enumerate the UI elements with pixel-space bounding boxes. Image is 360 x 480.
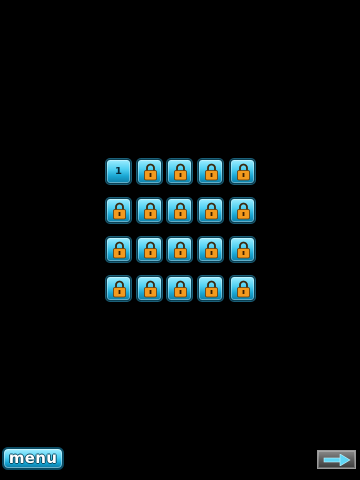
lock-icon (237, 241, 250, 259)
lock-icon (144, 163, 157, 181)
level-tile-locked[interactable] (230, 276, 255, 301)
lock-icon (237, 163, 250, 181)
lock-icon (174, 280, 187, 298)
lock-icon (205, 280, 218, 298)
lock-icon (113, 280, 126, 298)
level-tile-locked[interactable] (167, 276, 192, 301)
lock-icon (174, 163, 187, 181)
lock-icon (144, 241, 157, 259)
menu-button-label: menu (8, 449, 58, 467)
level-tile-locked[interactable] (106, 237, 131, 262)
arrow-right-icon (323, 454, 351, 466)
lock-icon (205, 202, 218, 220)
level-number: 1 (115, 166, 122, 177)
level-grid: 1 (106, 159, 255, 301)
level-tile-locked[interactable] (198, 237, 223, 262)
level-tile-locked[interactable] (198, 276, 223, 301)
menu-button[interactable]: menu (2, 447, 64, 470)
lock-icon (144, 280, 157, 298)
level-tile[interactable]: 1 (106, 159, 131, 184)
level-tile-locked[interactable] (230, 237, 255, 262)
lock-icon (113, 202, 126, 220)
lock-icon (144, 202, 157, 220)
lock-icon (205, 163, 218, 181)
level-tile-locked[interactable] (137, 237, 162, 262)
level-tile-locked[interactable] (230, 198, 255, 223)
level-tile-locked[interactable] (230, 159, 255, 184)
level-tile-locked[interactable] (137, 159, 162, 184)
next-page-button[interactable] (317, 450, 356, 469)
level-tile-locked[interactable] (198, 198, 223, 223)
level-tile-locked[interactable] (167, 237, 192, 262)
lock-icon (113, 241, 126, 259)
lock-icon (237, 280, 250, 298)
lock-icon (205, 241, 218, 259)
lock-icon (174, 202, 187, 220)
lock-icon (237, 202, 250, 220)
level-select-screen: 1 menu (0, 0, 360, 480)
level-tile-locked[interactable] (106, 276, 131, 301)
level-tile-locked[interactable] (167, 198, 192, 223)
level-tile-locked[interactable] (137, 276, 162, 301)
level-tile-locked[interactable] (167, 159, 192, 184)
level-tile-locked[interactable] (198, 159, 223, 184)
level-tile-locked[interactable] (137, 198, 162, 223)
level-tile-locked[interactable] (106, 198, 131, 223)
lock-icon (174, 241, 187, 259)
